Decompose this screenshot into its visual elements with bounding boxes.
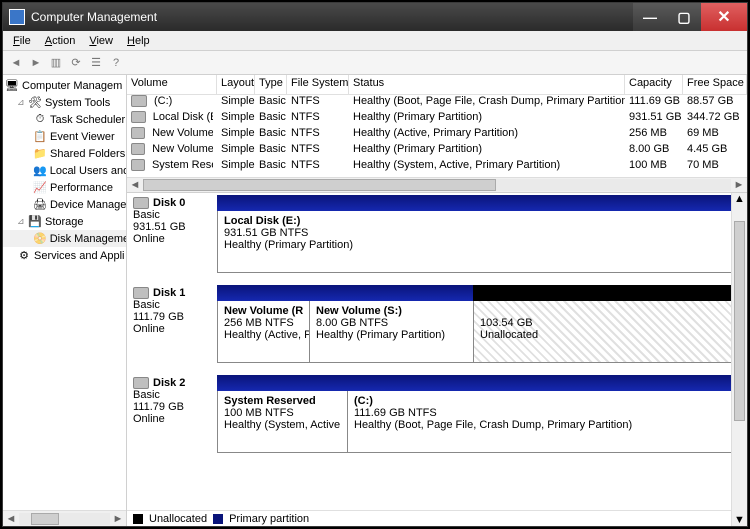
maximize-button[interactable]: ▢ [667, 3, 701, 31]
back-button[interactable]: ◄ [7, 54, 25, 72]
app-icon [9, 9, 25, 25]
col-freespace[interactable]: Free Space [683, 75, 747, 94]
partition[interactable]: System Reserved100 MB NTFSHealthy (Syste… [218, 391, 348, 452]
table-row[interactable]: New Volume (S:)SimpleBasicNTFSHealthy (P… [127, 143, 747, 159]
col-filesystem[interactable]: File System [287, 75, 349, 94]
clock-icon: ⏱ [33, 113, 47, 127]
volume-icon [131, 95, 147, 107]
menu-help[interactable]: Help [121, 33, 156, 49]
col-type[interactable]: Type [255, 75, 287, 94]
tree-performance[interactable]: 📈Performance [3, 179, 126, 196]
toolbar: ◄ ► ▥ ⟳ ☰ ? [3, 51, 747, 75]
partition[interactable]: New Volume (R256 MB NTFSHealthy (Active,… [218, 301, 310, 362]
storage-icon: 💾 [28, 215, 42, 229]
nav-tree[interactable]: 🖥Computer Managem ⊿🛠System Tools ⏱Task S… [3, 75, 127, 526]
graph-vscroll[interactable]: ▲▼ [731, 193, 747, 526]
disk-icon [133, 287, 149, 299]
volume-hscroll[interactable]: ◄► [127, 177, 747, 193]
disk-icon: 📀 [33, 232, 47, 246]
menu-view[interactable]: View [83, 33, 119, 49]
partition[interactable]: New Volume (S:)8.00 GB NTFSHealthy (Prim… [310, 301, 474, 362]
table-row[interactable]: (C:)SimpleBasicNTFSHealthy (Boot, Page F… [127, 95, 747, 111]
disk-1[interactable]: Disk 1 Basic111.79 GBOnline New Volume (… [127, 283, 747, 373]
users-icon: 👥 [33, 164, 47, 178]
tree-root[interactable]: 🖥Computer Managem [3, 77, 126, 94]
folder-icon: 📁 [33, 147, 47, 161]
menu-file[interactable]: File [7, 33, 37, 49]
table-row[interactable]: Local Disk (E:)SimpleBasicNTFSHealthy (P… [127, 111, 747, 127]
tree-services[interactable]: ⚙Services and Appli [3, 247, 126, 264]
refresh-button[interactable]: ⟳ [67, 54, 85, 72]
legend-swatch-unallocated [133, 514, 143, 524]
menubar: File Action View Help [3, 31, 747, 51]
tree-system-tools[interactable]: ⊿🛠System Tools [3, 94, 126, 111]
tree-storage[interactable]: ⊿💾Storage [3, 213, 126, 230]
properties-button[interactable]: ☰ [87, 54, 105, 72]
volume-header[interactable]: Volume Layout Type File System Status Ca… [127, 75, 747, 95]
help-button[interactable]: ? [107, 54, 125, 72]
table-row[interactable]: New Volume (R:)SimpleBasicNTFSHealthy (A… [127, 127, 747, 143]
col-volume[interactable]: Volume [127, 75, 217, 94]
disk-0[interactable]: Disk 0 Basic931.51 GBOnline Local Disk (… [127, 193, 747, 283]
minimize-button[interactable]: — [633, 3, 667, 31]
table-row[interactable]: System ReservedSimpleBasicNTFSHealthy (S… [127, 159, 747, 175]
volume-icon [131, 143, 145, 155]
disk-2[interactable]: Disk 2 Basic111.79 GBOnline System Reser… [127, 373, 747, 463]
main-pane: Volume Layout Type File System Status Ca… [127, 75, 747, 526]
col-capacity[interactable]: Capacity [625, 75, 683, 94]
close-button[interactable]: ✕ [701, 3, 747, 31]
volume-list[interactable]: (C:)SimpleBasicNTFSHealthy (Boot, Page F… [127, 95, 747, 175]
legend-label: Unallocated [149, 513, 207, 525]
legend-label: Primary partition [229, 513, 309, 525]
tree-disk-management[interactable]: 📀Disk Manageme [3, 230, 126, 247]
col-layout[interactable]: Layout [217, 75, 255, 94]
tree-shared-folders[interactable]: 📁Shared Folders [3, 145, 126, 162]
computer-management-window: Computer Management — ▢ ✕ File Action Vi… [2, 2, 748, 527]
disk-icon [133, 377, 149, 389]
mmc-icon: 🖥 [5, 79, 19, 93]
legend-swatch-primary [213, 514, 223, 524]
partition[interactable]: (C:)111.69 GB NTFSHealthy (Boot, Page Fi… [348, 391, 742, 452]
tree-device-manager[interactable]: 🖨Device Manager [3, 196, 126, 213]
volume-icon [131, 127, 145, 139]
disk-icon [133, 197, 149, 209]
forward-button[interactable]: ► [27, 54, 45, 72]
col-status[interactable]: Status [349, 75, 625, 94]
legend: Unallocated Primary partition [127, 510, 731, 526]
menu-action[interactable]: Action [39, 33, 82, 49]
unallocated-space[interactable]: 103.54 GBUnallocated [474, 301, 742, 362]
tree-local-users[interactable]: 👥Local Users and [3, 162, 126, 179]
perf-icon: 📈 [33, 181, 47, 195]
tree-task-scheduler[interactable]: ⏱Task Scheduler [3, 111, 126, 128]
show-hide-tree-button[interactable]: ▥ [47, 54, 65, 72]
device-icon: 🖨 [33, 198, 47, 212]
titlebar[interactable]: Computer Management — ▢ ✕ [3, 3, 747, 31]
event-icon: 📋 [33, 130, 47, 144]
disk-graphical-view: Disk 0 Basic931.51 GBOnline Local Disk (… [127, 193, 747, 526]
tree-hscroll[interactable]: ◄► [3, 510, 126, 526]
window-title: Computer Management [31, 10, 633, 24]
tree-event-viewer[interactable]: 📋Event Viewer [3, 128, 126, 145]
tools-icon: 🛠 [28, 96, 42, 110]
volume-icon [131, 111, 146, 123]
services-icon: ⚙ [17, 249, 31, 263]
volume-icon [131, 159, 145, 171]
partition[interactable]: Local Disk (E:)931.51 GB NTFSHealthy (Pr… [218, 211, 742, 272]
